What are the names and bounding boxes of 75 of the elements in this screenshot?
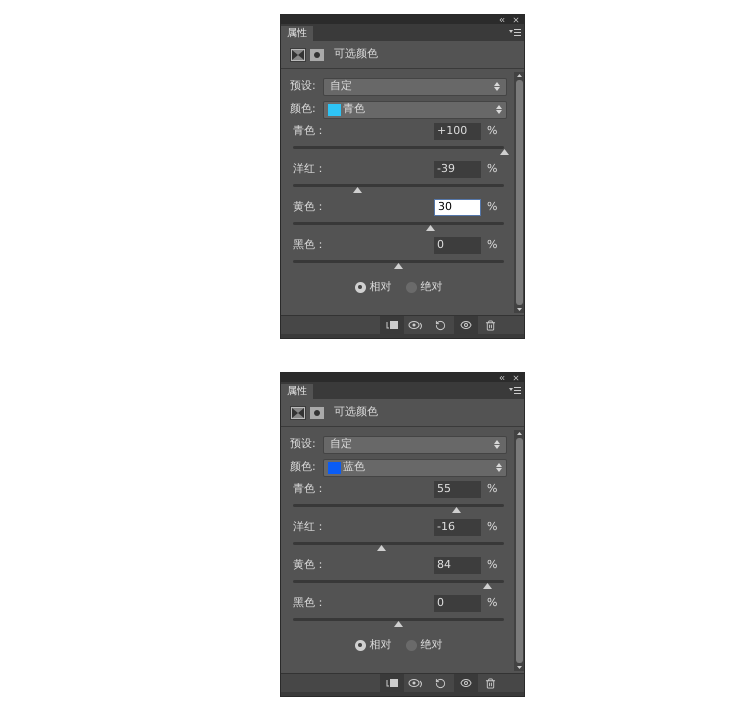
percent-label: % bbox=[487, 160, 498, 177]
slider-label: 洋红： bbox=[292, 518, 327, 535]
value-field[interactable]: 84 bbox=[434, 556, 481, 574]
visibility-button[interactable] bbox=[454, 316, 478, 334]
value-field[interactable]: +100 bbox=[434, 122, 481, 140]
clip-button[interactable] bbox=[380, 316, 404, 334]
preset-label: 预设: bbox=[290, 78, 317, 94]
color-label: 颜色: bbox=[290, 101, 317, 118]
percent-label: % bbox=[487, 122, 498, 139]
up-down-icon bbox=[494, 440, 500, 449]
color-label: 颜色: bbox=[290, 459, 317, 476]
reset-icon bbox=[434, 320, 446, 330]
reset-icon bbox=[434, 678, 446, 688]
up-down-icon bbox=[496, 463, 502, 472]
scroll-down-icon[interactable] bbox=[516, 308, 522, 311]
eye-icon bbox=[460, 319, 472, 331]
percent-label: % bbox=[487, 236, 498, 253]
collapse-icon[interactable] bbox=[498, 16, 506, 24]
clip-button[interactable] bbox=[380, 674, 404, 692]
up-down-icon bbox=[496, 105, 502, 114]
percent-label: % bbox=[487, 556, 498, 573]
collapse-icon[interactable] bbox=[498, 374, 506, 382]
scroll-up-icon[interactable] bbox=[516, 74, 522, 77]
adjustment-icon[interactable] bbox=[290, 48, 306, 62]
clip-icon bbox=[386, 320, 398, 330]
slider-thumb[interactable] bbox=[500, 149, 508, 155]
mode-radio[interactable]: 相对 bbox=[354, 279, 392, 296]
mask-icon[interactable] bbox=[310, 48, 324, 60]
percent-label: % bbox=[487, 198, 498, 215]
mode-radio[interactable]: 绝对 bbox=[406, 279, 442, 296]
panel-title: 可选颜色 bbox=[334, 46, 378, 62]
slider-label: 黑色： bbox=[292, 236, 327, 253]
close-icon[interactable] bbox=[512, 16, 520, 24]
preset-label: 预设: bbox=[290, 436, 317, 452]
percent-label: % bbox=[487, 480, 498, 497]
panel-title: 可选颜色 bbox=[334, 404, 378, 420]
panel-menu-icon[interactable] bbox=[509, 29, 521, 37]
value-field[interactable]: 0 bbox=[434, 236, 481, 254]
value-field[interactable]: 30 bbox=[434, 198, 481, 216]
color-dropdown[interactable]: 青色 bbox=[323, 100, 507, 118]
slider-label: 青色： bbox=[292, 480, 327, 497]
panel-tab[interactable]: 属性 bbox=[281, 384, 313, 399]
value-field[interactable]: 55 bbox=[434, 480, 481, 498]
slider-label: 黄色： bbox=[292, 198, 327, 215]
value-field[interactable]: 0 bbox=[434, 594, 481, 612]
up-down-icon bbox=[494, 82, 500, 91]
panel-tab[interactable]: 属性 bbox=[281, 26, 313, 41]
mode-radio[interactable]: 相对 bbox=[354, 637, 392, 654]
slider-label: 黄色： bbox=[292, 556, 327, 573]
eye-cycle-icon bbox=[408, 320, 424, 330]
value-field[interactable]: -39 bbox=[434, 160, 481, 178]
adjustment-icon[interactable] bbox=[290, 406, 306, 420]
panel-menu-icon[interactable] bbox=[509, 387, 521, 395]
clip-icon bbox=[386, 678, 398, 688]
eye-cycle-icon bbox=[408, 678, 424, 688]
scroll-up-icon[interactable] bbox=[516, 432, 522, 435]
trash-icon bbox=[484, 678, 496, 688]
trash-icon bbox=[484, 320, 496, 330]
percent-label: % bbox=[487, 518, 498, 535]
visibility-button[interactable] bbox=[454, 674, 478, 692]
percent-label: % bbox=[487, 594, 498, 611]
scroll-down-icon[interactable] bbox=[516, 666, 522, 669]
color-dropdown[interactable]: 蓝色 bbox=[323, 458, 507, 476]
value-field[interactable]: -16 bbox=[434, 518, 481, 536]
eye-icon bbox=[460, 677, 472, 689]
scrollbar[interactable] bbox=[514, 72, 524, 313]
slider-label: 洋红： bbox=[292, 160, 327, 177]
preset-dropdown[interactable]: 自定 bbox=[323, 436, 507, 454]
slider-label: 黑色： bbox=[292, 594, 327, 611]
scrollbar[interactable] bbox=[514, 430, 524, 671]
mode-radio[interactable]: 绝对 bbox=[406, 637, 442, 654]
slider-label: 青色： bbox=[292, 122, 327, 139]
mask-icon[interactable] bbox=[310, 406, 324, 418]
preset-dropdown[interactable]: 自定 bbox=[323, 78, 507, 96]
close-icon[interactable] bbox=[512, 374, 520, 382]
